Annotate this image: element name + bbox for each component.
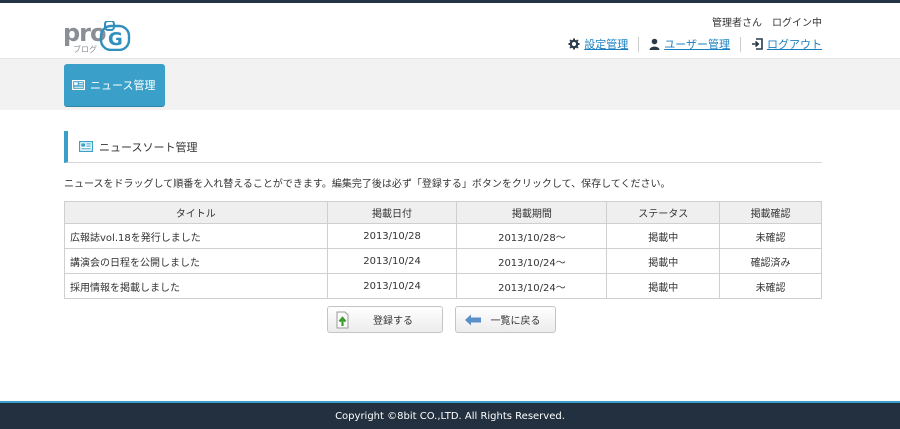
- header-nav: 設定管理 ユーザー管理 ログアウト: [568, 36, 822, 52]
- logo-sub: ブログ: [73, 45, 97, 54]
- logout-icon: [751, 38, 763, 50]
- copyright-text: Copyright ©8bit CO.,LTD. All Rights Rese…: [335, 410, 565, 422]
- footer: Copyright ©8bit CO.,LTD. All Rights Rese…: [0, 401, 900, 429]
- table-row[interactable]: 採用情報を掲載しました 2013/10/24 2013/10/24～ 掲載中 未…: [64, 273, 822, 299]
- news-icon: [72, 80, 85, 90]
- cell-title: 講演会の日程を公開しました: [64, 248, 328, 274]
- cell-confirmation: 未確認: [719, 273, 822, 299]
- user-management-link[interactable]: ユーザー管理: [649, 36, 730, 52]
- instruction-text: ニュースをドラッグして順番を入れ替えることができます。編集完了後は必ず「登録する…: [64, 179, 671, 190]
- header: pro ブログ G 管理者さん ログイン中 設定管理 ユーザー管理 ログアウト: [0, 3, 900, 58]
- news-sort-table: タイトル 掲載日付 掲載期間 ステータス 掲載確認 広報誌vol.18を発行しま…: [64, 201, 822, 299]
- nav-divider: [638, 36, 640, 52]
- logo-letter: G: [108, 29, 123, 50]
- news-management-tab[interactable]: ニュース管理: [64, 64, 165, 106]
- news-management-tab-label: ニュース管理: [90, 79, 156, 92]
- cell-period: 2013/10/28～: [456, 223, 608, 249]
- logo[interactable]: pro ブログ G: [63, 11, 135, 55]
- table-row[interactable]: 広報誌vol.18を発行しました 2013/10/28 2013/10/28～ …: [64, 223, 822, 249]
- register-button[interactable]: 登録する: [327, 306, 443, 333]
- cell-period: 2013/10/24～: [456, 248, 608, 274]
- login-status: 管理者さん ログイン中: [712, 18, 822, 29]
- nav-divider: [740, 36, 741, 52]
- cell-confirmation: 未確認: [719, 223, 822, 249]
- menu-band: ニュース管理: [0, 58, 900, 110]
- table-header-row: タイトル 掲載日付 掲載期間 ステータス 掲載確認: [64, 201, 822, 224]
- section-title: ニュースソート管理: [64, 131, 822, 163]
- column-header-date: 掲載日付: [326, 201, 458, 224]
- settings-link-label: 設定管理: [584, 38, 629, 51]
- gear-icon: [568, 38, 580, 50]
- arrow-left-icon: [464, 313, 482, 327]
- cell-confirmation: 確認済み: [719, 248, 822, 274]
- column-header-confirmation: 掲載確認: [719, 201, 822, 224]
- user-icon: [649, 38, 660, 50]
- column-header-period: 掲載期間: [456, 201, 608, 224]
- settings-link[interactable]: 設定管理: [568, 36, 628, 52]
- table-row[interactable]: 講演会の日程を公開しました 2013/10/24 2013/10/24～ 掲載中…: [64, 248, 822, 274]
- upload-icon: [336, 311, 350, 329]
- cell-status: 掲載中: [606, 273, 721, 299]
- cell-status: 掲載中: [606, 223, 721, 249]
- cell-title: 採用情報を掲載しました: [64, 273, 328, 299]
- back-to-list-button-label: 一覧に戻る: [490, 316, 541, 327]
- register-button-label: 登録する: [373, 316, 413, 327]
- logo-g-icon: G: [99, 21, 131, 51]
- cell-title: 広報誌vol.18を発行しました: [64, 223, 328, 249]
- logout-link[interactable]: ログアウト: [751, 36, 822, 52]
- cell-date: 2013/10/24: [326, 248, 458, 274]
- cell-status: 掲載中: [606, 248, 721, 274]
- section-title-label: ニュースソート管理: [99, 140, 198, 154]
- cell-period: 2013/10/24～: [456, 273, 608, 299]
- column-header-status: ステータス: [606, 201, 721, 224]
- user-management-link-label: ユーザー管理: [664, 38, 730, 51]
- column-header-title: タイトル: [64, 201, 328, 224]
- back-to-list-button[interactable]: 一覧に戻る: [455, 306, 556, 333]
- cell-date: 2013/10/24: [326, 273, 458, 299]
- news-icon: [79, 141, 93, 152]
- cell-date: 2013/10/28: [326, 223, 458, 249]
- logout-link-label: ログアウト: [767, 38, 822, 51]
